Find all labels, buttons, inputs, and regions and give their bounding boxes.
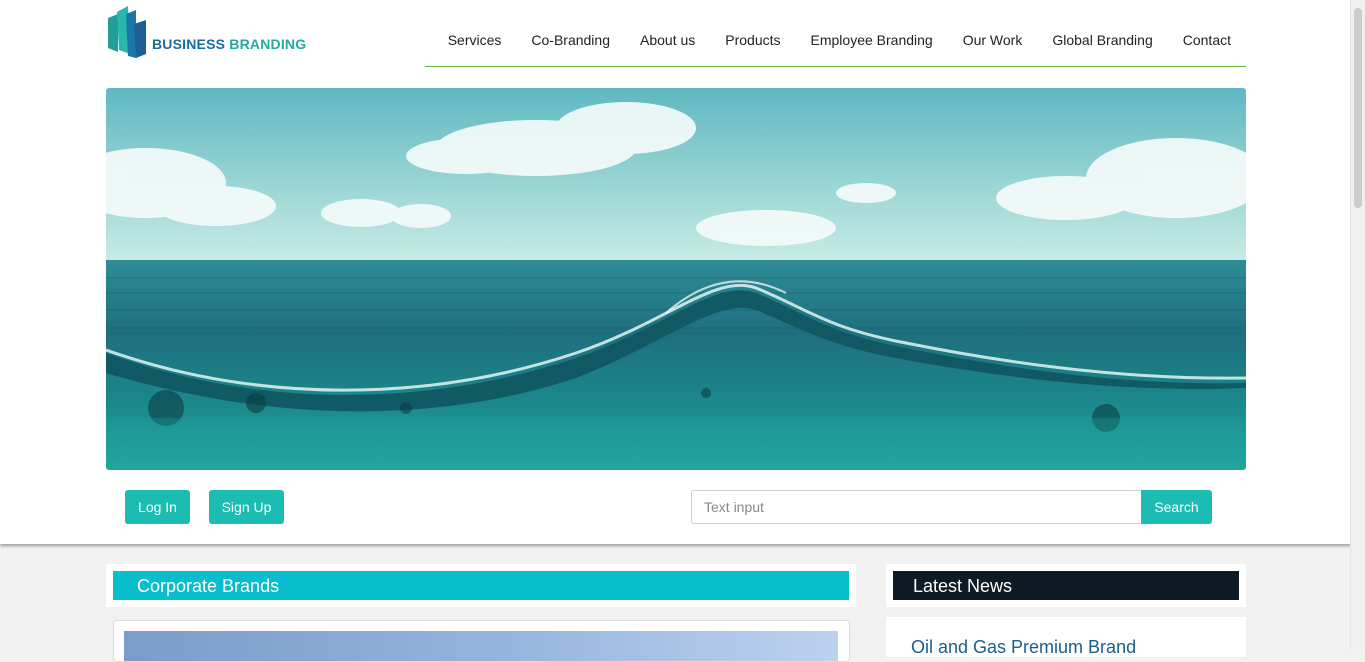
stacked-bars-logo-icon <box>108 6 146 58</box>
nav-item-co-branding[interactable]: Co-Branding <box>516 22 625 48</box>
latest-news-header: Latest News <box>893 571 1239 600</box>
site-logo[interactable]: BUSINESS BRANDING <box>106 4 306 60</box>
nav-item-products[interactable]: Products <box>710 22 795 48</box>
nav-item-contact[interactable]: Contact <box>1168 22 1246 48</box>
corporate-brands-title: Corporate Brands <box>137 576 280 596</box>
signup-button[interactable]: Sign Up <box>209 490 284 524</box>
login-button[interactable]: Log In <box>125 490 190 524</box>
nav-item-employee-branding[interactable]: Employee Branding <box>796 22 948 48</box>
search-input[interactable] <box>691 490 1140 524</box>
ocean-wave-banner-image <box>106 88 1246 470</box>
main-nav: Services Co-Branding About us Products E… <box>425 22 1246 67</box>
hero-banner <box>106 88 1246 470</box>
news-item-link[interactable]: Oil and Gas Premium Brand <box>911 637 1136 658</box>
brand-card-image <box>124 631 838 661</box>
page-scrollbar[interactable] <box>1350 0 1365 650</box>
search-button[interactable]: Search <box>1141 490 1212 524</box>
logo-word-branding: BRANDING <box>229 36 307 52</box>
brand-card[interactable] <box>113 620 850 662</box>
corporate-brands-panel: Corporate Brands <box>106 564 856 607</box>
nav-item-global-branding[interactable]: Global Branding <box>1037 22 1167 48</box>
nav-item-about-us[interactable]: About us <box>625 22 710 48</box>
latest-news-title: Latest News <box>913 576 1013 596</box>
nav-item-services[interactable]: Services <box>433 22 517 48</box>
scrollbar-thumb[interactable] <box>1354 8 1362 208</box>
latest-news-panel: Latest News <box>886 564 1246 607</box>
logo-word-business: BUSINESS <box>152 36 226 52</box>
news-list: Oil and Gas Premium Brand <box>886 617 1246 657</box>
logo-text: BUSINESS BRANDING <box>152 36 306 52</box>
nav-item-our-work[interactable]: Our Work <box>948 22 1038 48</box>
corporate-brands-header: Corporate Brands <box>113 571 849 600</box>
